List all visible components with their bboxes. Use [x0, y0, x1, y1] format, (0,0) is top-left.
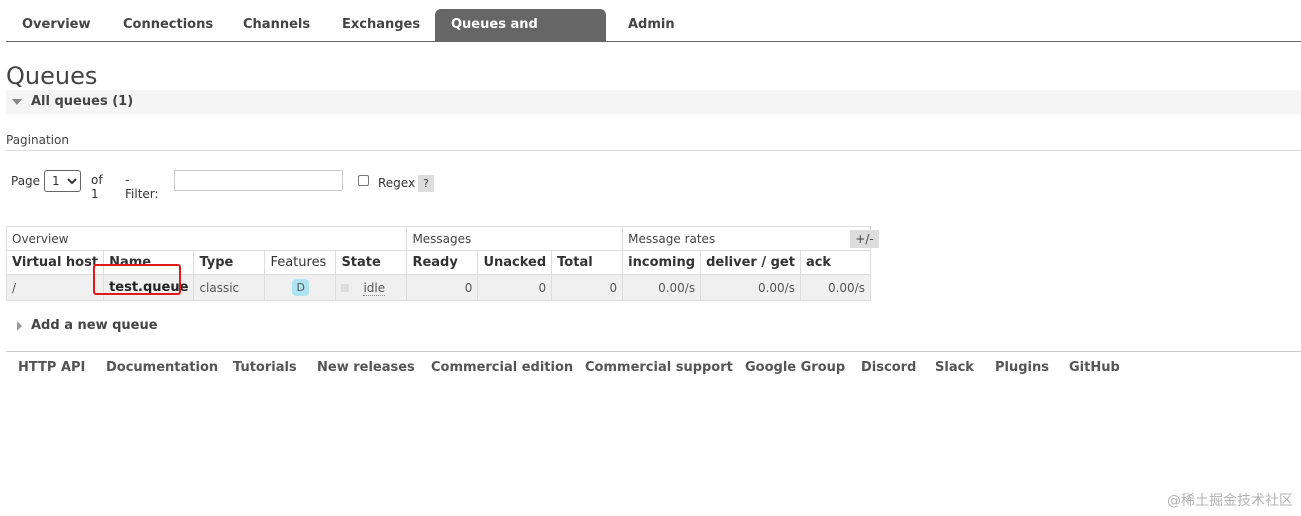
cell-state: idle — [335, 274, 408, 301]
filter-label: - Filter: — [125, 173, 159, 201]
footer-divider — [6, 351, 1301, 352]
cell-type: classic — [193, 274, 266, 301]
group-header-messages: Messages — [406, 226, 624, 251]
page-title: Queues — [6, 62, 98, 90]
regex-checkbox[interactable] — [358, 175, 369, 186]
col-type[interactable]: Type — [193, 250, 266, 275]
watermark: @稀土掘金技术社区 — [1167, 493, 1293, 509]
footer-link-discord[interactable]: Discord — [861, 360, 916, 375]
regex-help-icon[interactable]: ? — [418, 175, 434, 192]
all-queues-section-toggle[interactable]: All queues (1) — [6, 90, 1301, 114]
col-incoming[interactable]: incoming — [622, 250, 702, 275]
tab-admin[interactable]: Admin — [612, 9, 692, 41]
cell-vhost: / — [5, 274, 105, 301]
durable-badge: D — [292, 279, 309, 296]
cell-deliver-get: 0.00/s — [700, 274, 801, 301]
divider — [6, 150, 1301, 151]
tab-connections[interactable]: Connections — [107, 9, 225, 41]
pagination-title: Pagination — [6, 133, 69, 147]
page-select[interactable]: 1 — [44, 170, 81, 192]
footer-link-plugins[interactable]: Plugins — [995, 360, 1049, 375]
footer-link-commercial-support[interactable]: Commercial support — [585, 360, 733, 375]
col-features[interactable]: Features — [264, 250, 337, 275]
collapse-triangle-icon — [12, 99, 22, 105]
col-total[interactable]: Total — [551, 250, 624, 275]
cell-ack: 0.00/s — [799, 274, 871, 301]
filter-input[interactable] — [174, 170, 343, 191]
col-state[interactable]: State — [335, 250, 408, 275]
state-indicator-icon — [341, 284, 350, 292]
footer-link-documentation[interactable]: Documentation — [106, 360, 218, 375]
group-header-overview: Overview — [5, 226, 408, 251]
column-toggle-button[interactable]: +/- — [850, 230, 879, 248]
footer-link-google-group[interactable]: Google Group — [745, 360, 845, 375]
cell-features: D — [264, 274, 337, 301]
expand-triangle-icon — [17, 321, 22, 331]
cell-incoming: 0.00/s — [622, 274, 702, 301]
footer-link-tutorials[interactable]: Tutorials — [233, 360, 297, 375]
state-text: idle — [363, 280, 386, 296]
tab-queues-and-streams[interactable]: Queues and Streams — [435, 9, 606, 64]
cell-total: 0 — [551, 274, 624, 301]
page-of-label: of 1 — [91, 173, 103, 201]
add-queue-label: Add a new queue — [31, 318, 158, 333]
regex-label: Regex — [378, 176, 416, 190]
footer-link-slack[interactable]: Slack — [935, 360, 974, 375]
tab-overview[interactable]: Overview — [6, 9, 101, 41]
page-label: Page — [11, 174, 41, 188]
col-ack[interactable]: ack — [799, 250, 871, 275]
col-deliver-get[interactable]: deliver / get — [700, 250, 801, 275]
top-nav: Overview Connections Channels Exchanges … — [6, 9, 1301, 64]
footer-link-github[interactable]: GitHub — [1069, 360, 1120, 375]
col-unacked[interactable]: Unacked — [477, 250, 553, 275]
highlight-annotation — [93, 264, 181, 295]
col-ready[interactable]: Ready — [406, 250, 479, 275]
footer-link-http-api[interactable]: HTTP API — [18, 360, 85, 375]
all-queues-label: All queues (1) — [31, 94, 134, 109]
group-header-message-rates: Message rates — [622, 226, 871, 251]
tab-exchanges[interactable]: Exchanges — [326, 9, 444, 41]
tab-channels[interactable]: Channels — [227, 9, 338, 41]
cell-unacked: 0 — [477, 274, 553, 301]
cell-ready: 0 — [406, 274, 479, 301]
footer-link-new-releases[interactable]: New releases — [317, 360, 415, 375]
col-virtual-host[interactable]: Virtual host — [5, 250, 105, 275]
footer-link-commercial-edition[interactable]: Commercial edition — [431, 360, 573, 375]
